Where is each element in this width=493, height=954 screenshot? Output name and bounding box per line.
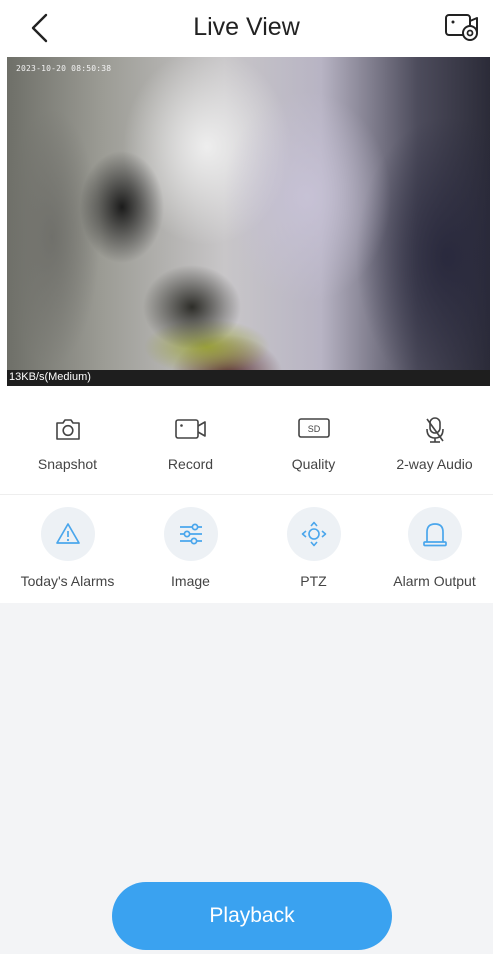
sd-quality-icon: SD [297, 418, 330, 438]
camera-icon [55, 419, 80, 440]
camera-settings-icon[interactable] [444, 11, 480, 43]
quality-label: Quality [291, 456, 336, 472]
snapshot-button[interactable]: Snapshot [6, 387, 129, 494]
ptz-icon-circle [286, 507, 341, 561]
microphone-muted-icon [425, 417, 444, 443]
svg-text:SD: SD [307, 424, 320, 434]
todays-alarms-label: Today's Alarms [20, 573, 115, 589]
bitrate-bar: 13KB/s(Medium) [7, 370, 490, 386]
primary-controls: Snapshot Record SD Quality 2-way Audio [0, 387, 493, 495]
todays-alarms-button[interactable]: Today's Alarms [6, 495, 129, 603]
image-icon-circle [163, 507, 218, 561]
live-video[interactable]: 2023-10-20 08:50:38 13KB/s(Medium) [7, 57, 490, 386]
quality-button[interactable]: SD Quality [252, 387, 375, 494]
todays-alarms-icon-circle [40, 507, 95, 561]
sliders-icon [179, 523, 202, 545]
video-record-icon [174, 419, 206, 439]
two-way-audio-label: 2-way Audio [396, 456, 473, 472]
alarm-output-label: Alarm Output [393, 573, 476, 589]
record-button[interactable]: Record [129, 387, 252, 494]
two-way-audio-button[interactable]: 2-way Audio [373, 387, 493, 494]
alarm-output-icon-circle [407, 507, 462, 561]
image-settings-button[interactable]: Image [129, 495, 252, 603]
image-label: Image [171, 573, 210, 589]
ptz-button[interactable]: PTZ [252, 495, 375, 603]
page-title: Live View [193, 13, 300, 41]
bitrate-label: 13KB/s(Medium) [9, 371, 91, 383]
alarm-output-button[interactable]: Alarm Output [373, 495, 493, 603]
video-timestamp: 2023-10-20 08:50:38 [16, 64, 112, 73]
top-bar: Live View [0, 0, 493, 57]
siren-icon [422, 523, 447, 547]
ptz-directions-icon [301, 521, 326, 547]
secondary-controls: Today's Alarms Image PTZ Alarm Output [0, 495, 493, 603]
ptz-label: PTZ [300, 573, 327, 589]
record-label: Record [167, 456, 214, 472]
playback-button[interactable]: Playback [112, 882, 392, 950]
warning-icon [55, 523, 80, 544]
snapshot-label: Snapshot [37, 456, 98, 472]
